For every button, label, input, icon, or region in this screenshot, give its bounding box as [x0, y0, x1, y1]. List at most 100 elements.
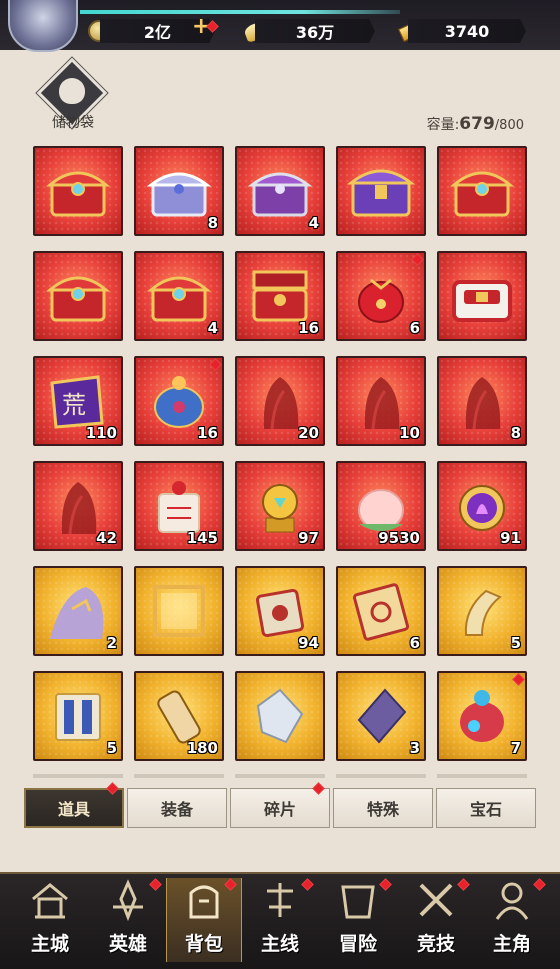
item-count: 7 [510, 739, 521, 757]
adventure-icon [335, 877, 381, 929]
item-slot[interactable]: 145 [134, 461, 224, 551]
item-slot[interactable]: 97 [235, 461, 325, 551]
item-count: 8 [510, 424, 521, 442]
red-white-chest-icon [439, 253, 525, 339]
tab-fragments[interactable]: 碎片 [230, 788, 330, 828]
red-gold-chest-icon [439, 148, 525, 234]
item-count: 4 [308, 214, 319, 232]
capacity-readout: 容量:679/800 [426, 114, 524, 134]
mainline-icon [257, 877, 303, 929]
ticket-amount: 3740 [408, 19, 526, 43]
item-count: 16 [197, 424, 218, 442]
ingot-amount: 36万 [255, 19, 375, 43]
tab-label: 道具 [57, 800, 90, 819]
item-count: 180 [186, 739, 218, 757]
item-slot[interactable]: 4 [134, 251, 224, 341]
purple-gold-chest-icon [338, 148, 424, 234]
nav-label: 主线 [260, 933, 299, 955]
item-count: 6 [409, 634, 420, 652]
arena-icon [413, 877, 459, 929]
item-slot[interactable]: 16 [235, 251, 325, 341]
nav-label: 主城 [30, 933, 69, 955]
nav-city[interactable]: 主城 [12, 878, 88, 962]
nav-hero[interactable]: 英雄 [90, 878, 166, 962]
item-grid: 8 4 4 16 6 荒 110 16 20 10 8 42 145 97 9530 91 2 94 6 5 5 180 3… [33, 146, 527, 774]
item-slot[interactable] [134, 566, 224, 656]
item-count: 110 [85, 424, 117, 442]
nav-label: 背包 [184, 933, 223, 955]
item-slot[interactable]: 5 [437, 566, 527, 656]
frame-icon [136, 568, 222, 654]
tab-label: 碎片 [263, 800, 296, 819]
item-slot[interactable]: 94 [235, 566, 325, 656]
item-slot[interactable]: 91 [437, 461, 527, 551]
item-slot[interactable]: 9530 [336, 461, 426, 551]
next-row-peek [33, 774, 527, 778]
item-slot[interactable]: 8 [134, 146, 224, 236]
storage-bag-label: 储物袋 [52, 115, 94, 131]
item-slot[interactable] [33, 251, 123, 341]
item-slot[interactable]: 6 [336, 251, 426, 341]
svg-text:荒: 荒 [62, 391, 86, 419]
item-slot[interactable]: 16 [134, 356, 224, 446]
nav-red-dot [457, 878, 470, 891]
item-count: 6 [409, 319, 420, 337]
city-icon [27, 877, 73, 929]
item-slot[interactable] [437, 146, 527, 236]
item-slot[interactable]: 荒 110 [33, 356, 123, 446]
item-slot[interactable]: 10 [336, 356, 426, 446]
red-gold-chest-icon [35, 253, 121, 339]
item-slot[interactable] [336, 146, 426, 236]
tab-label: 装备 [160, 800, 193, 819]
item-count: 97 [298, 529, 319, 547]
item-slot[interactable]: 4 [235, 146, 325, 236]
nav-mainline[interactable]: 主线 [242, 878, 318, 962]
nav-red-dot [301, 878, 314, 891]
nav-arena[interactable]: 竞技 [398, 878, 474, 962]
item-slot[interactable]: 7 [437, 671, 527, 761]
item-count: 5 [106, 739, 117, 757]
item-count: 9530 [378, 529, 420, 547]
white-crystal-icon [237, 673, 323, 759]
nav-red-dot [149, 878, 162, 891]
item-slot[interactable]: 180 [134, 671, 224, 761]
item-count: 20 [298, 424, 319, 442]
item-slot[interactable] [437, 251, 527, 341]
tab-items[interactable]: 道具 [24, 788, 124, 828]
item-slot[interactable]: 3 [336, 671, 426, 761]
tab-gems[interactable]: 宝石 [436, 788, 536, 828]
item-slot[interactable] [235, 671, 325, 761]
nav-label: 冒险 [338, 933, 377, 955]
item-count: 16 [298, 319, 319, 337]
tab-label: 特殊 [366, 800, 399, 819]
red-gold-chest-icon [35, 148, 121, 234]
hero-icon [105, 877, 151, 929]
item-slot[interactable]: 42 [33, 461, 123, 551]
nav-adventure[interactable]: 冒险 [320, 878, 396, 962]
nav-red-dot [533, 878, 546, 891]
item-count: 10 [399, 424, 420, 442]
item-slot[interactable]: 6 [336, 566, 426, 656]
item-count: 94 [298, 634, 319, 652]
tab-special[interactable]: 特殊 [333, 788, 433, 828]
experience-bar [80, 10, 400, 14]
item-count: 2 [106, 634, 117, 652]
player-avatar[interactable] [8, 0, 78, 52]
protagonist-icon [489, 877, 535, 929]
nav-backpack[interactable]: 背包 [166, 878, 242, 962]
tab-equipment[interactable]: 装备 [127, 788, 227, 828]
item-count: 145 [186, 529, 218, 547]
item-count: 5 [510, 634, 521, 652]
item-slot[interactable]: 5 [33, 671, 123, 761]
backpack-icon [181, 877, 227, 929]
item-slot[interactable]: 20 [235, 356, 325, 446]
nav-label: 竞技 [416, 933, 455, 955]
nav-protagonist[interactable]: 主角 [474, 878, 550, 962]
item-count: 42 [96, 529, 117, 547]
item-slot[interactable]: 8 [437, 356, 527, 446]
item-count: 91 [500, 529, 521, 547]
item-slot[interactable] [33, 146, 123, 236]
item-count: 4 [207, 319, 218, 337]
item-slot[interactable]: 2 [33, 566, 123, 656]
nav-red-dot [379, 878, 392, 891]
